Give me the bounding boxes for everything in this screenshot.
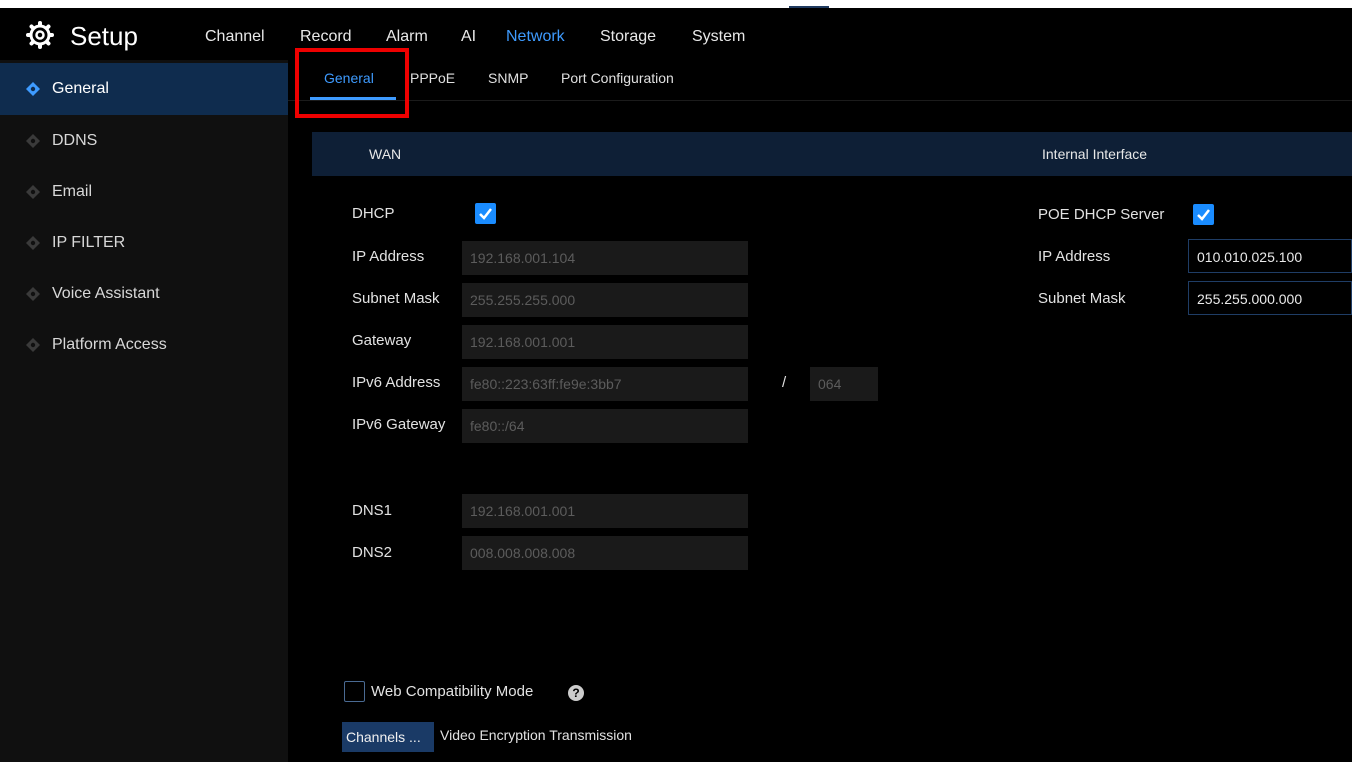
ip-address-label: IP Address xyxy=(352,248,425,265)
ipv6-address-field[interactable]: fe80::223:63ff:fe9e:3bb7 xyxy=(462,367,748,401)
internal-ip-address-field[interactable]: 010.010.025.100 xyxy=(1188,239,1352,273)
video-encryption-label: Video Encryption Transmission xyxy=(440,727,632,743)
sidebar-item-ddns[interactable]: DDNS xyxy=(0,115,288,167)
subtab-bar: General PPPoE SNMP Port Configuration xyxy=(288,60,1352,101)
nav-tab-ai[interactable]: AI xyxy=(461,28,476,46)
dhcp-label: DHCP xyxy=(352,205,395,222)
sidebar-item-ip-filter[interactable]: IP FILTER xyxy=(0,217,288,269)
internal-interface-section-title: Internal Interface xyxy=(1042,146,1148,162)
sidebar-item-email[interactable]: Email xyxy=(0,166,288,218)
ipv6-prefix-field[interactable]: 064 xyxy=(810,367,878,401)
sidebar: General DDNS Email IP FILTER Voice Assis… xyxy=(0,60,288,762)
ipv6-address-label: IPv6 Address xyxy=(352,374,441,391)
subnet-mask-label: Subnet Mask xyxy=(352,290,440,307)
ipv6-prefix-separator: / xyxy=(782,374,787,391)
nav-tab-channel[interactable]: Channel xyxy=(205,28,265,46)
checkmark-icon xyxy=(479,208,492,220)
web-compatibility-label: Web Compatibility Mode xyxy=(371,683,534,700)
nav-tab-network[interactable]: Network xyxy=(506,28,565,46)
help-icon[interactable]: ? xyxy=(568,685,584,701)
main-content: General PPPoE SNMP Port Configuration WA… xyxy=(288,48,1352,762)
internal-ip-address-label: IP Address xyxy=(1038,248,1111,265)
subtab-pppoe[interactable]: PPPoE xyxy=(410,70,455,86)
ipv6-gateway-label: IPv6 Gateway xyxy=(352,416,446,433)
web-compatibility-checkbox[interactable] xyxy=(344,681,365,702)
dns1-field[interactable]: 192.168.001.001 xyxy=(462,494,748,528)
diamond-bullet-icon xyxy=(26,287,40,301)
subnet-mask-field[interactable]: 255.255.255.000 xyxy=(462,283,748,317)
poe-dhcp-server-label: POE DHCP Server xyxy=(1038,206,1165,223)
subtab-general[interactable]: General xyxy=(324,70,374,86)
internal-subnet-mask-field[interactable]: 255.255.000.000 xyxy=(1188,281,1352,315)
top-strip xyxy=(0,0,1352,8)
nav-tab-alarm[interactable]: Alarm xyxy=(386,28,428,46)
ipv6-gateway-field[interactable]: fe80::/64 xyxy=(462,409,748,443)
sidebar-item-voice-assistant[interactable]: Voice Assistant xyxy=(0,268,288,320)
nav-tab-storage[interactable]: Storage xyxy=(600,28,656,46)
diamond-bullet-icon xyxy=(26,134,40,148)
dns2-field[interactable]: 008.008.008.008 xyxy=(462,536,748,570)
dhcp-checkbox[interactable] xyxy=(475,203,496,224)
diamond-bullet-icon xyxy=(26,185,40,199)
poe-dhcp-server-checkbox[interactable] xyxy=(1193,204,1214,225)
sidebar-item-platform-access[interactable]: Platform Access xyxy=(0,319,288,371)
active-tab-underline xyxy=(310,97,396,100)
diamond-bullet-icon xyxy=(26,236,40,250)
sidebar-item-general[interactable]: General xyxy=(0,63,288,115)
header-bar: Setup Channel Record Alarm AI Network St… xyxy=(0,8,1352,51)
ip-address-field[interactable]: 192.168.001.104 xyxy=(462,241,748,275)
sidebar-item-label: Voice Assistant xyxy=(52,285,160,302)
sidebar-item-label: Platform Access xyxy=(52,336,167,353)
checkmark-icon xyxy=(1197,209,1210,221)
sidebar-item-label: IP FILTER xyxy=(52,234,126,251)
sidebar-item-label: General xyxy=(52,80,109,97)
wan-section-title: WAN xyxy=(369,146,402,162)
subtab-port-configuration[interactable]: Port Configuration xyxy=(561,70,674,86)
diamond-bullet-icon xyxy=(26,82,40,96)
page-title: Setup xyxy=(70,21,138,51)
diamond-bullet-icon xyxy=(26,338,40,352)
nav-tab-record[interactable]: Record xyxy=(300,28,352,46)
gateway-label: Gateway xyxy=(352,332,412,349)
sidebar-item-label: Email xyxy=(52,183,93,200)
gear-icon xyxy=(26,21,54,49)
subtab-snmp[interactable]: SNMP xyxy=(488,70,528,86)
channels-button[interactable]: Channels ... xyxy=(342,722,434,752)
sidebar-item-label: DDNS xyxy=(52,132,98,149)
gateway-field[interactable]: 192.168.001.001 xyxy=(462,325,748,359)
nav-tab-system[interactable]: System xyxy=(692,28,745,46)
internal-subnet-mask-label: Subnet Mask xyxy=(1038,290,1126,307)
dns2-label: DNS2 xyxy=(352,544,393,561)
dns1-label: DNS1 xyxy=(352,502,393,519)
section-header-bar xyxy=(312,132,1352,176)
